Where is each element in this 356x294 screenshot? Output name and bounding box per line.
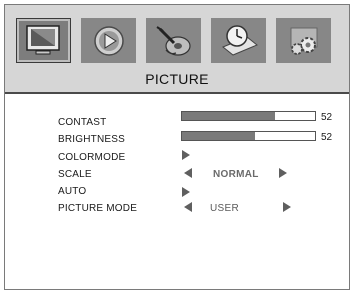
contrast-label: CONTAST: [58, 117, 107, 128]
scale-right-arrow-icon[interactable]: [279, 168, 287, 178]
contrast-slider[interactable]: [181, 111, 316, 121]
tab-time[interactable]: [211, 18, 266, 63]
guitar-icon: [155, 25, 191, 56]
monitor-icon: [25, 24, 60, 54]
scale-value: NORMAL: [213, 169, 259, 180]
scale-left-arrow-icon[interactable]: [184, 168, 192, 178]
osd-menu: PICTURE CONTAST 52 BRIGHTNESS 52 COLORMO…: [4, 4, 350, 290]
gears-icon: [290, 27, 317, 55]
auto-enter-arrow-icon[interactable]: [182, 187, 190, 197]
brightness-slider[interactable]: [181, 131, 316, 141]
picture-mode-label: PICTURE MODE: [58, 203, 138, 214]
contrast-fill: [182, 112, 276, 120]
menu-header: PICTURE: [5, 5, 349, 92]
auto-label: AUTO: [58, 186, 87, 197]
play-icon: [93, 25, 124, 56]
tab-picture[interactable]: [16, 18, 71, 63]
brightness-value: 52: [321, 132, 333, 143]
header-divider: [5, 92, 349, 94]
tab-setup[interactable]: [276, 18, 331, 63]
page-title: PICTURE: [145, 71, 209, 87]
picture-mode-value: USER: [210, 203, 239, 214]
tab-play[interactable]: [81, 18, 136, 63]
tab-audio[interactable]: [146, 18, 201, 63]
brightness-fill: [182, 132, 256, 140]
brightness-label: BRIGHTNESS: [58, 134, 126, 145]
clock-icon: [221, 24, 258, 56]
scale-label: SCALE: [58, 169, 92, 180]
contrast-value: 52: [321, 112, 333, 123]
picture-mode-left-arrow-icon[interactable]: [184, 202, 192, 212]
colormode-label: COLORMODE: [58, 152, 126, 163]
picture-mode-right-arrow-icon[interactable]: [283, 202, 291, 212]
colormode-enter-arrow-icon[interactable]: [182, 150, 190, 160]
